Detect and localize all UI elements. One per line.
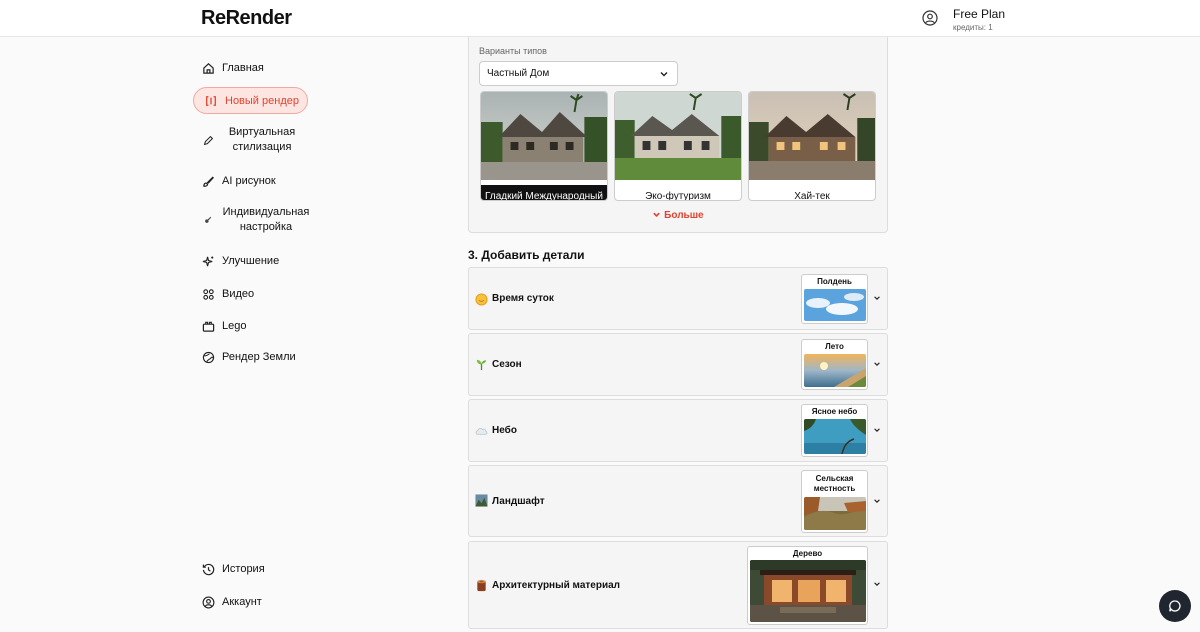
custom-icon xyxy=(201,213,215,227)
account-icon xyxy=(201,595,215,609)
style-card-high-tech[interactable]: Хай-тек xyxy=(748,91,876,201)
section-title: 3. Добавить детали xyxy=(468,248,585,262)
detail-label: Небо xyxy=(492,425,517,436)
detail-row-season[interactable]: Сезон Лето xyxy=(468,333,888,396)
detail-label: Ландшафт xyxy=(492,496,545,507)
sidebar-item-label: История xyxy=(222,563,265,575)
chevron-down-icon[interactable] xyxy=(873,360,881,368)
sidebar-item-label: Рендер Земли xyxy=(222,351,296,363)
chevron-down-icon xyxy=(653,212,661,217)
sparkle-icon xyxy=(201,254,215,268)
user-circle-icon[interactable] xyxy=(922,10,938,26)
chevron-down-icon[interactable] xyxy=(873,426,881,434)
logo[interactable]: ReRender xyxy=(201,7,292,30)
style-card-label: Эко-футуризм xyxy=(645,190,711,201)
credits-count: кредиты: 1 xyxy=(953,23,993,32)
sidebar-item-label: Индивидуальная настройка xyxy=(222,206,310,233)
sidebar-item-lego[interactable]: Lego xyxy=(201,319,246,333)
edit-icon xyxy=(201,133,215,147)
option-thumbnail[interactable]: Ясное небо xyxy=(801,404,868,457)
render-frame-icon xyxy=(204,94,218,108)
sky-image xyxy=(804,419,866,454)
landscape-image xyxy=(804,497,866,530)
chevron-down-icon[interactable] xyxy=(873,497,881,505)
house-image xyxy=(481,92,607,180)
home-icon xyxy=(201,61,215,75)
option-thumbnail[interactable]: Лето xyxy=(801,339,868,390)
sidebar-item-virtual-staging[interactable]: Виртуальная стилизация xyxy=(201,125,302,155)
history-icon xyxy=(201,562,215,576)
lego-icon xyxy=(201,319,215,333)
option-value: Сельская местность xyxy=(813,474,856,493)
option-value: Ясное небо xyxy=(811,407,858,416)
chevron-down-icon[interactable] xyxy=(873,294,881,302)
detail-label: Время суток xyxy=(492,293,554,304)
show-more-label: Больше xyxy=(664,210,704,221)
detail-label: Архитектурный материал xyxy=(492,580,621,591)
show-more-button[interactable]: Больше xyxy=(469,210,887,221)
globe-icon xyxy=(201,350,215,364)
sidebar-item-custom-settings[interactable]: Индивидуальная настройка xyxy=(201,205,310,235)
style-card-label: Хай-тек xyxy=(794,190,830,201)
sidebar-item-home[interactable]: Главная xyxy=(201,61,264,75)
plan-name[interactable]: Free Plan xyxy=(953,7,1005,21)
option-value: Лето xyxy=(825,342,844,351)
building-type-panel: Варианты типов Частный Дом Гладкий Между… xyxy=(468,37,888,233)
sky-image xyxy=(804,289,866,321)
house-image xyxy=(615,92,741,180)
option-value: Полдень xyxy=(817,277,852,286)
sidebar-item-label: Виртуальная стилизация xyxy=(228,126,296,153)
sidebar-item-label: Новый рендер xyxy=(225,94,299,107)
option-thumbnail[interactable]: Сельская местность xyxy=(801,470,868,533)
select-value: Частный Дом xyxy=(487,68,550,79)
detail-row-time-of-day[interactable]: Время суток Полдень xyxy=(468,267,888,330)
chat-bubble-icon xyxy=(1169,600,1181,612)
sidebar-item-label: Видео xyxy=(222,288,255,300)
brush-icon xyxy=(201,174,215,188)
top-bar: ReRender Free Plan кредиты: 1 xyxy=(0,0,1200,37)
sun-icon xyxy=(475,293,488,306)
sprout-icon xyxy=(476,359,487,371)
chevron-down-icon xyxy=(660,72,668,77)
type-variants-label: Варианты типов xyxy=(479,46,547,56)
cloud-icon xyxy=(475,428,488,435)
building-type-select[interactable]: Частный Дом xyxy=(479,61,678,86)
detail-row-sky[interactable]: Небо Ясное небо xyxy=(468,399,888,462)
house-image xyxy=(749,92,875,180)
sidebar-item-new-render[interactable]: Новый рендер xyxy=(193,87,308,114)
style-card-smooth-international[interactable]: Гладкий Международный xyxy=(480,91,608,201)
detail-label: Сезон xyxy=(492,359,522,370)
sidebar-item-label: Улучшение xyxy=(222,255,280,267)
option-thumbnail[interactable]: Дерево xyxy=(747,546,868,625)
style-card-eco-futurism[interactable]: Эко-футуризм xyxy=(614,91,742,201)
season-image xyxy=(804,354,866,387)
option-value: Дерево xyxy=(792,549,823,558)
sidebar-item-enhance[interactable]: Улучшение xyxy=(201,254,279,268)
chevron-down-icon[interactable] xyxy=(873,580,881,588)
sidebar-item-ai-drawing[interactable]: AI рисунок xyxy=(201,174,276,188)
option-thumbnail[interactable]: Полдень xyxy=(801,274,868,324)
sidebar-item-label: Lego xyxy=(222,320,247,332)
wood-icon xyxy=(477,579,486,592)
sidebar-item-earth-render[interactable]: Рендер Земли xyxy=(201,350,296,364)
sidebar-item-video[interactable]: Видео xyxy=(201,287,254,301)
sidebar-item-account[interactable]: Аккаунт xyxy=(201,595,262,609)
sidebar-item-label: Аккаунт xyxy=(222,596,262,608)
sidebar-item-history[interactable]: История xyxy=(201,562,265,576)
style-card-label: Гладкий Международный xyxy=(481,185,607,200)
video-icon xyxy=(201,287,215,301)
landscape-icon xyxy=(475,494,488,507)
sidebar-item-label: Главная xyxy=(222,62,264,74)
detail-row-material[interactable]: Архитектурный материал Дерево xyxy=(468,541,888,629)
sidebar-item-label: AI рисунок xyxy=(222,175,276,187)
chat-button[interactable] xyxy=(1159,590,1191,622)
wood-house-image xyxy=(750,560,866,622)
detail-row-landscape[interactable]: Ландшафт Сельская местность xyxy=(468,465,888,537)
